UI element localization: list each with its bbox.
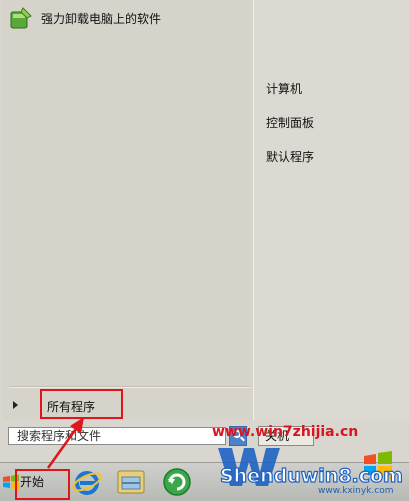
watermark-url-bottom: www.kxinyk.com xyxy=(318,486,394,496)
annotation-arrow xyxy=(46,417,84,469)
right-item-computer[interactable]: 计算机 xyxy=(266,80,302,97)
pinned-program-label: 强力卸载电脑上的软件 xyxy=(41,11,162,26)
triangle-arrow-icon xyxy=(13,401,18,409)
places-pane: 计算机 控制面板 默认程序 xyxy=(254,0,409,420)
watermark-url-top: www.win7zhijia.cn xyxy=(212,424,359,440)
right-item-control-panel[interactable]: 控制面板 xyxy=(266,114,314,131)
right-item-default-programs[interactable]: 默认程序 xyxy=(266,148,314,165)
watermark-logo-text: Shenduwin8.com xyxy=(220,465,403,487)
uninstall-app-icon xyxy=(9,6,33,30)
browser-refresh-icon[interactable] xyxy=(160,465,194,499)
highlight-box-start xyxy=(15,469,70,500)
programs-pane: 强力卸载电脑上的软件 所有程序 xyxy=(3,0,254,420)
pinned-program-uninstaller[interactable]: 强力卸载电脑上的软件 xyxy=(9,4,249,32)
file-explorer-icon[interactable] xyxy=(114,465,148,499)
internet-explorer-icon[interactable] xyxy=(70,465,104,499)
programs-divider xyxy=(9,386,251,388)
